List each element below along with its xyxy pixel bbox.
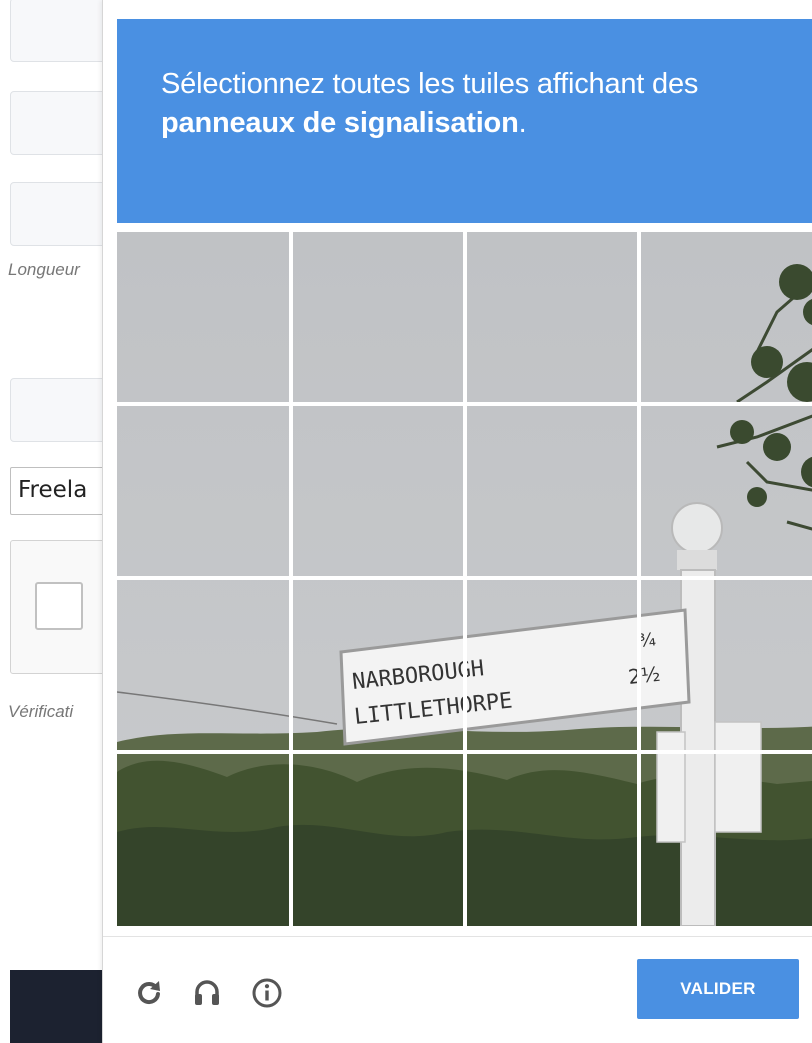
instruction-suffix: . — [518, 107, 527, 139]
instruction-target: panneaux de signalisation — [161, 107, 519, 139]
challenge-instruction: Sélectionnez toutes les tuiles affichant… — [161, 65, 779, 143]
image-tile[interactable] — [294, 406, 471, 580]
image-tile[interactable] — [647, 406, 812, 580]
captcha-challenge-popup: Sélectionnez toutes les tuiles affichant… — [102, 0, 812, 1043]
form-field-1[interactable] — [10, 0, 104, 62]
challenge-footer: VALIDER — [103, 936, 812, 1043]
challenge-header: Sélectionnez toutes les tuiles affichant… — [117, 19, 812, 223]
image-tile[interactable] — [470, 579, 647, 753]
form-field-2[interactable] — [10, 91, 104, 155]
type-select[interactable]: Freela — [10, 467, 104, 515]
image-tile[interactable] — [647, 232, 812, 406]
audio-icon[interactable] — [189, 975, 225, 1011]
form-field-3[interactable] — [10, 182, 104, 246]
image-tile[interactable] — [117, 579, 294, 753]
image-tile[interactable] — [647, 753, 812, 927]
image-tile[interactable] — [647, 579, 812, 753]
form-field-4[interactable] — [10, 378, 104, 442]
image-grid: NARBOROUGH LITTLETHORPE ¾ 2½ — [117, 232, 812, 926]
image-tile[interactable] — [470, 232, 647, 406]
background-form: Longueur Freela Vérificati — [0, 0, 104, 1043]
verify-button[interactable]: VALIDER — [637, 959, 799, 1019]
length-hint: Longueur — [8, 260, 80, 279]
recaptcha-widget — [10, 540, 104, 674]
image-tile[interactable] — [117, 232, 294, 406]
image-tile[interactable] — [117, 406, 294, 580]
image-tile[interactable] — [294, 579, 471, 753]
image-tile[interactable] — [294, 753, 471, 927]
reload-icon[interactable] — [131, 975, 167, 1011]
info-icon[interactable] — [249, 975, 285, 1011]
image-tile[interactable] — [294, 232, 471, 406]
submit-button[interactable] — [10, 970, 104, 1043]
image-tile[interactable] — [470, 406, 647, 580]
recaptcha-checkbox[interactable] — [35, 582, 83, 630]
image-tile[interactable] — [117, 753, 294, 927]
verification-hint: Vérificati — [8, 702, 74, 721]
instruction-prefix: Sélectionnez toutes les tuiles affichant… — [161, 68, 699, 100]
image-tile[interactable] — [470, 753, 647, 927]
